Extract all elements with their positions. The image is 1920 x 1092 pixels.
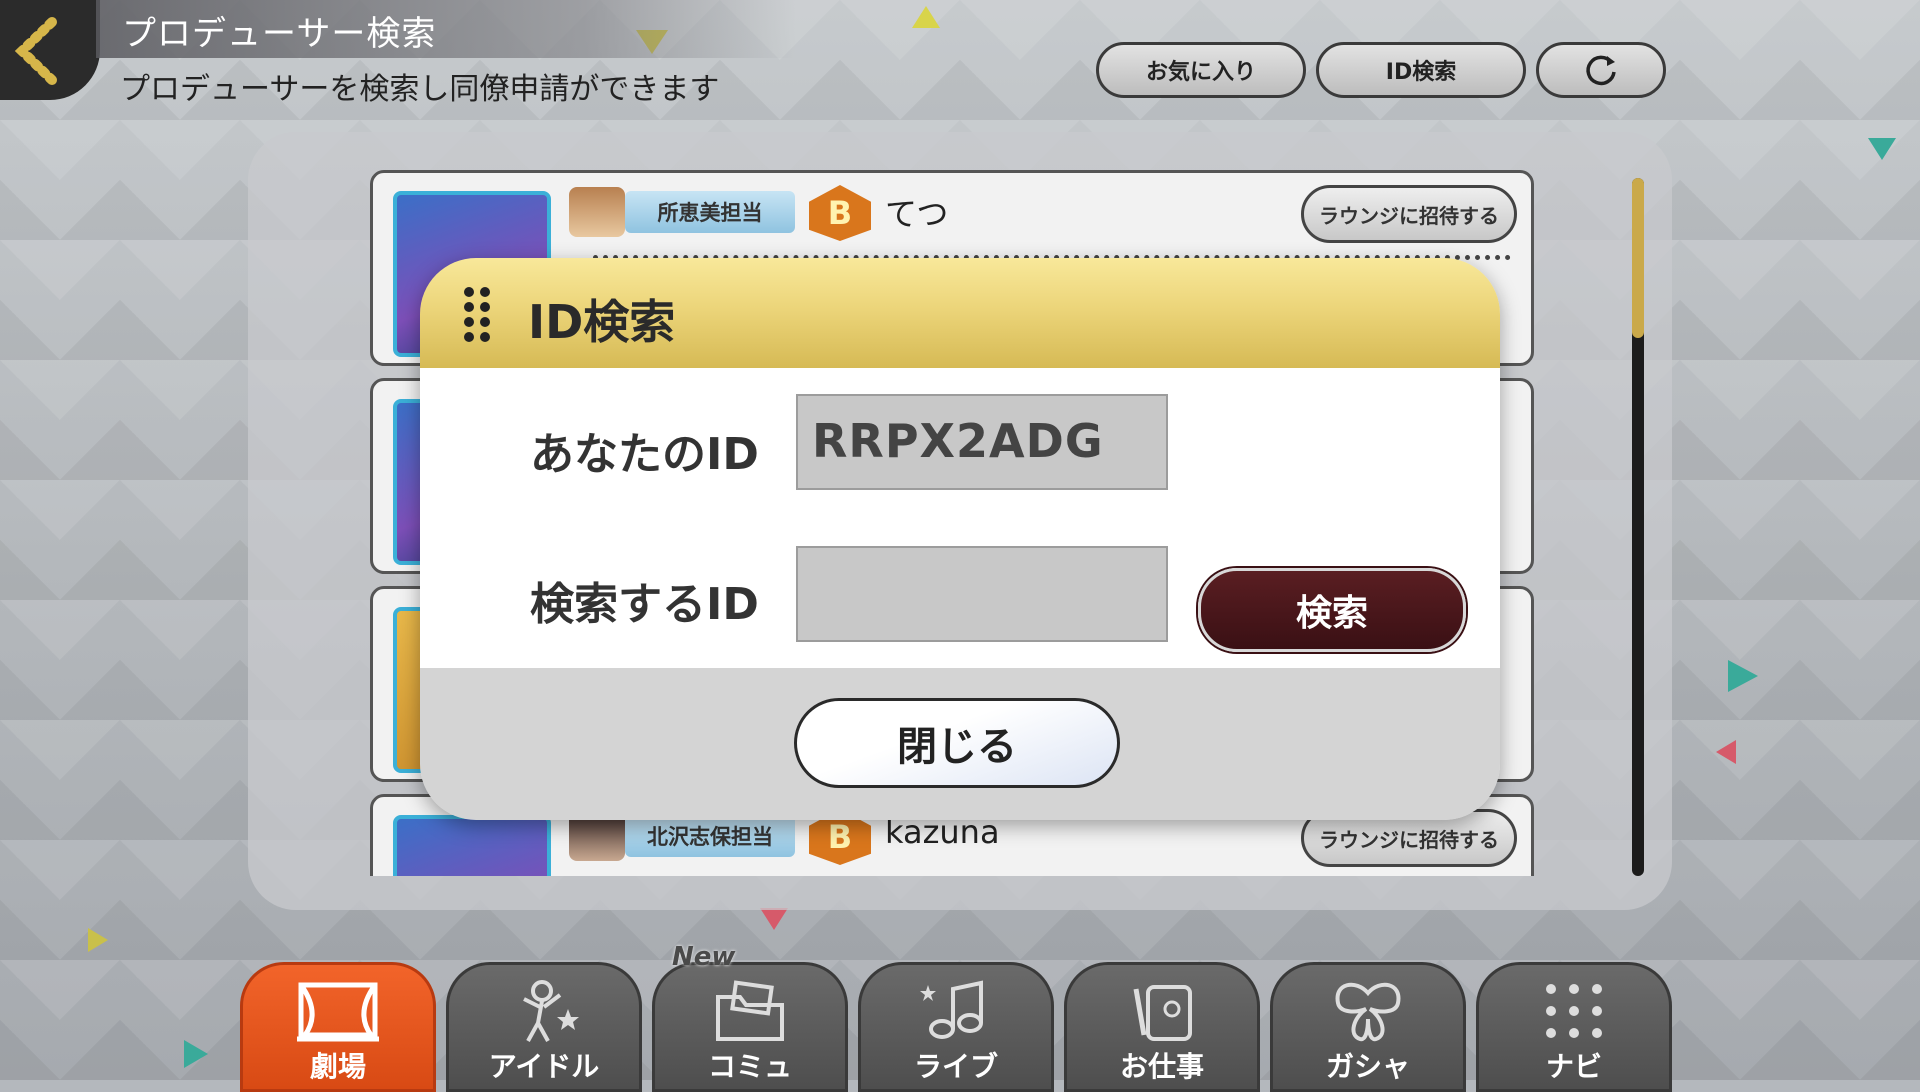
music-note-icon [920,980,983,1039]
nav-tab-label: ナビ [1545,1050,1602,1083]
your-id-field: RRPX2ADG [796,394,1168,490]
nav-tab-navi[interactable]: ナビ [1476,962,1672,1092]
producer-tag: 所恵美担当 [625,191,795,233]
folder-icon [716,980,784,1041]
scrollbar[interactable] [1632,178,1644,876]
dialog-body: あなたのID RRPX2ADG 検索するID 検索 [420,368,1500,668]
refresh-icon [1586,55,1616,86]
invite-lounge-button[interactable]: ラウンジに招待する [1301,185,1517,243]
nav-tab-label: ライブ [913,1050,998,1083]
butterfly-icon [1335,982,1401,1042]
page-subtitle: プロデューサーを検索し同僚申請ができます [120,72,720,107]
new-badge: New [672,942,736,972]
confetti-triangle [1728,660,1758,692]
nav-tab-label: 劇場 [309,1050,366,1083]
back-button[interactable] [0,0,100,100]
confetti-triangle [1716,740,1736,764]
avatar [569,187,625,237]
search-button[interactable]: 検索 [1198,568,1466,652]
producer-tag: 北沢志保担当 [625,815,795,857]
dialog-header: ID検索 [420,258,1500,368]
search-id-field [796,546,1168,642]
id-search-button-label: ID検索 [1385,60,1457,85]
nav-tab-label: アイドル [488,1050,600,1083]
close-button-label: 閉じる [897,724,1017,770]
favorites-button[interactable]: お気に入り [1096,42,1306,98]
confetti-triangle [184,1040,208,1068]
confetti-triangle [1868,138,1896,160]
grid-dots-icon [1546,984,1602,1038]
nav-tab-work[interactable]: お仕事 [1064,962,1260,1092]
confetti-triangle [912,6,940,28]
your-id-label: あなたのID [530,429,759,480]
your-id-value: RRPX2ADG [812,414,1104,468]
nav-tab-idol[interactable]: アイドル [446,962,642,1092]
producer-name: てつ [885,195,949,233]
nav-tab-label: お仕事 [1119,1050,1204,1083]
scrollbar-thumb[interactable] [1632,178,1644,338]
theater-icon [297,982,379,1042]
idol-icon [523,980,579,1042]
notebook-icon [1133,985,1192,1041]
nav-tab-label: ガシャ [1325,1050,1410,1083]
close-button[interactable]: 閉じる [794,698,1120,788]
nav-tab-commu[interactable]: コミュ [652,962,848,1092]
grip-icon [464,287,490,342]
confetti-triangle [88,928,108,952]
search-button-label: 検索 [1295,593,1368,634]
rank-badge: B [809,185,871,241]
nav-tab-theater[interactable]: 劇場 [240,962,436,1092]
search-id-input[interactable] [798,548,1166,640]
dialog-title: ID検索 [528,295,676,349]
id-search-button[interactable]: ID検索 [1316,42,1526,98]
confetti-triangle [760,908,788,930]
search-id-label: 検索するID [530,579,759,630]
chevron-left-icon [14,17,57,85]
nav-tab-live[interactable]: ライブ [858,962,1054,1092]
idol-card-thumbnail [393,815,551,876]
nav-tab-label: コミュ [707,1050,792,1083]
nav-tab-gacha[interactable]: ガシャ [1270,962,1466,1092]
id-search-dialog: ID検索 あなたのID RRPX2ADG 検索するID 検索 閉じる [420,258,1500,820]
favorites-button-label: お気に入り [1145,60,1256,85]
page-title: プロデューサー検索 [122,14,437,54]
refresh-button[interactable] [1536,42,1666,98]
dialog-footer: 閉じる [420,668,1500,820]
